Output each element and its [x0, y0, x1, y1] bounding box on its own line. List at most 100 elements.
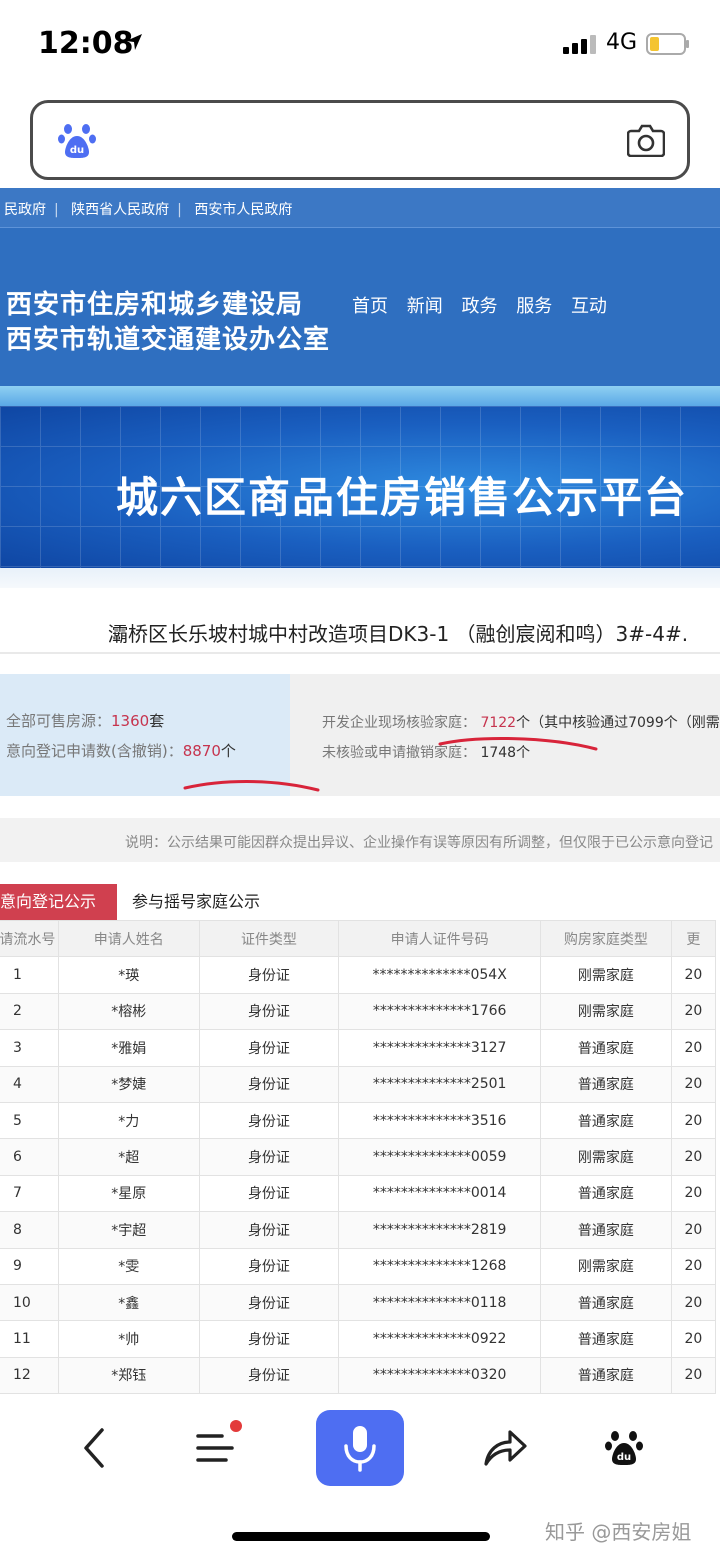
table-row: 9 *雯 身份证 **************1268 刚需家庭 20 [0, 1247, 717, 1285]
table-cell: 普通家庭 [540, 1211, 672, 1249]
battery-icon [646, 33, 689, 55]
table-cell: 刚需家庭 [540, 1247, 672, 1285]
applications-value: 8870 [182, 742, 221, 760]
banner-title: 城六区商品住房销售公示平台 [116, 473, 689, 522]
table-cell: **************054X [338, 956, 542, 994]
baidu-logo-icon: du [58, 124, 96, 158]
table-cell: 1 [0, 956, 59, 994]
table-cell: 20 [670, 1320, 717, 1358]
gov-links-bar: 民政府 | 陕西省人民政府 | 西安市人民政府 [0, 188, 720, 228]
table-cell: 身份证 [198, 1029, 340, 1067]
table-cell: 20 [670, 1138, 717, 1176]
table-cell: **************2501 [338, 1065, 542, 1103]
table-cell: 身份证 [198, 1174, 340, 1213]
table-cell: 20 [670, 1101, 717, 1140]
table-row: 4 *梦婕 身份证 **************2501 普通家庭 20 [0, 1065, 717, 1103]
menu-icon[interactable] [196, 1430, 236, 1466]
unverified-families: 未核验或申请撤销家庭： 1748个 [322, 742, 530, 762]
table-cell: 2 [0, 992, 59, 1031]
svg-text:du: du [617, 1452, 631, 1463]
available-label: 全部可售房源： [6, 712, 112, 730]
voice-search-button[interactable] [316, 1410, 404, 1486]
share-icon[interactable] [482, 1426, 528, 1468]
table-row: 11 *帅 身份证 **************0922 普通家庭 20 [0, 1320, 717, 1358]
status-bar: 12:08 4G [0, 0, 720, 90]
gov-header: 西安市住房和城乡建设局 西安市轨道交通建设办公室 首页 新闻 政务 服务 互动 [0, 228, 720, 386]
table-cell: **************1766 [338, 992, 542, 1031]
table-cell: 身份证 [198, 1211, 340, 1249]
table-cell: **************3127 [338, 1029, 542, 1067]
verified-detail: 个（其中核验通过7099个（刚需 [516, 715, 720, 731]
nav-item-news[interactable]: 新闻 [407, 296, 443, 317]
notice-text: 说明：公示结果可能因群众提出异议、企业操作有误等原因有所调整，但仅限于已公示意向… [125, 835, 713, 851]
nav-item-services[interactable]: 服务 [516, 296, 552, 317]
back-icon[interactable] [80, 1426, 110, 1470]
column-header: 更 [670, 919, 717, 958]
table-cell: *瑛 [57, 956, 200, 994]
table-cell: 20 [670, 1283, 717, 1322]
table-cell: 6 [0, 1138, 59, 1176]
table-row: 7 *星原 身份证 **************0014 普通家庭 20 [0, 1174, 717, 1213]
verified-label: 开发企业现场核验家庭： [322, 715, 476, 731]
table-row: 12 *郑钰 身份证 **************0320 普通家庭 20 [0, 1356, 717, 1395]
gov-link[interactable]: 西安市人民政府 [186, 202, 300, 218]
table-row: 5 *力 身份证 **************3516 普通家庭 20 [0, 1101, 717, 1140]
table-cell: 9 [0, 1247, 59, 1285]
svg-text:du: du [70, 145, 84, 156]
table-cell: 7 [0, 1174, 59, 1213]
search-bar[interactable]: du [30, 100, 690, 180]
gov-link[interactable]: 陕西省人民政府 [63, 202, 177, 218]
decorative-band [0, 568, 720, 588]
stats-panel-right: 开发企业现场核验家庭： 7122个（其中核验通过7099个（刚需 未核验或申请撤… [290, 674, 720, 796]
table-cell: 身份证 [198, 1283, 340, 1322]
table-cell: **************0118 [338, 1283, 542, 1322]
platform-banner: 城六区商品住房销售公示平台 [0, 406, 720, 568]
applications-unit: 个 [220, 742, 236, 760]
unverified-label: 未核验或申请撤销家庭： [322, 745, 476, 761]
table-cell: 20 [670, 1174, 717, 1213]
available-listings: 全部可售房源：1360套 [6, 710, 164, 731]
table-cell: 普通家庭 [540, 1356, 672, 1395]
network-type: 4G [606, 30, 638, 55]
table-cell: 身份证 [198, 1138, 340, 1176]
table-cell: **************0014 [338, 1174, 542, 1213]
gov-nav: 首页 新闻 政务 服务 互动 [352, 292, 620, 318]
table-cell: 刚需家庭 [540, 992, 672, 1031]
nav-item-interact[interactable]: 互动 [571, 296, 607, 317]
org-name: 西安市住房和城乡建设局 [6, 290, 304, 320]
table-cell: *雅娟 [57, 1029, 200, 1067]
table-cell: 刚需家庭 [540, 956, 672, 994]
project-title: 灞桥区长乐坡村城中村改造项目DK3-1 （融创宸阅和鸣）3#-4#. [108, 622, 689, 646]
tab-lottery-families[interactable]: 参与摇号家庭公示 [132, 884, 260, 920]
stats-panel-left: 全部可售房源：1360套 意向登记申请数(含撤销)：8870个 [0, 674, 290, 796]
table-cell: 身份证 [198, 1320, 340, 1358]
tab-intent-registration[interactable]: 意向登记公示 [0, 884, 117, 920]
home-indicator[interactable] [232, 1532, 490, 1541]
table-cell: *宇超 [57, 1211, 200, 1249]
table-cell: 12 [0, 1356, 59, 1395]
gov-link[interactable]: 民政府 [0, 202, 54, 218]
table-cell: *帅 [57, 1320, 200, 1358]
table-cell: 普通家庭 [540, 1065, 672, 1103]
table-cell: *星原 [57, 1174, 200, 1213]
column-header: 请流水号 [0, 919, 59, 958]
table-cell: 刚需家庭 [540, 1138, 672, 1176]
table-cell: 身份证 [198, 1356, 340, 1395]
table-cell: 普通家庭 [540, 1283, 672, 1322]
table-row: 6 *超 身份证 **************0059 刚需家庭 20 [0, 1138, 717, 1176]
table-cell: *雯 [57, 1247, 200, 1285]
watermark: 知乎 @西安房姐 [545, 1520, 692, 1544]
microphone-icon [344, 1426, 376, 1472]
table-cell: 身份证 [198, 1065, 340, 1103]
table-cell: 20 [670, 1029, 717, 1067]
baidu-paw-icon[interactable]: du [604, 1428, 644, 1468]
table-header-row: 请流水号 申请人姓名 证件类型 申请人证件号码 购房家庭类型 更 [0, 919, 717, 958]
camera-icon[interactable] [627, 123, 665, 157]
table-cell: 身份证 [198, 1101, 340, 1140]
nav-item-affairs[interactable]: 政务 [461, 296, 497, 317]
table-cell: 身份证 [198, 956, 340, 994]
nav-item-home[interactable]: 首页 [352, 296, 388, 317]
table-cell: 8 [0, 1211, 59, 1249]
table-row: 3 *雅娟 身份证 **************3127 普通家庭 20 [0, 1029, 717, 1067]
table-cell: **************3516 [338, 1101, 542, 1140]
